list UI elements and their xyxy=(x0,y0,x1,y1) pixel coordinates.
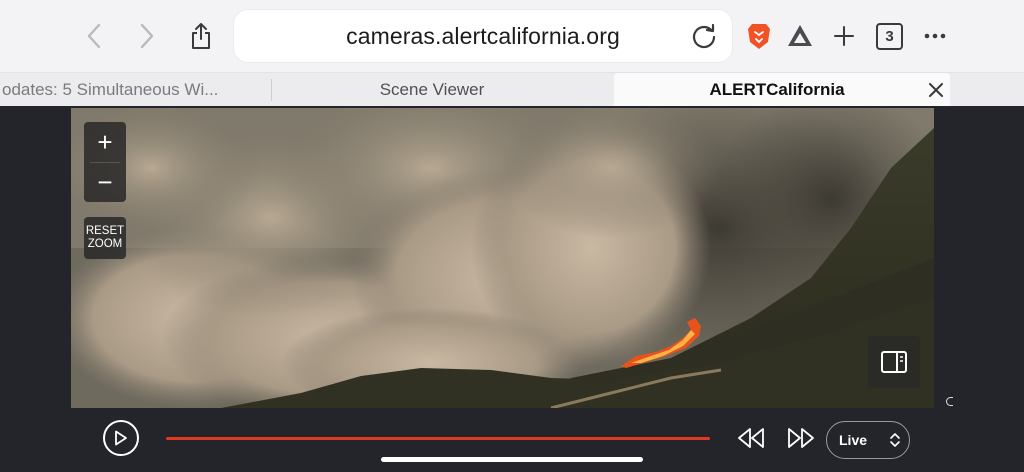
chevron-left-icon xyxy=(87,23,101,49)
edge-handle xyxy=(946,397,953,406)
zoom-out-button[interactable]: − xyxy=(84,162,126,202)
share-button[interactable] xyxy=(183,18,219,54)
reload-icon[interactable] xyxy=(690,22,718,50)
play-button[interactable] xyxy=(103,420,139,456)
brave-rewards-button[interactable] xyxy=(782,18,818,54)
more-icon xyxy=(924,33,946,39)
back-button[interactable] xyxy=(76,18,112,54)
brave-lion-icon xyxy=(748,24,770,49)
brave-shields-button[interactable] xyxy=(741,18,777,54)
playback-mode-select[interactable]: Live xyxy=(826,421,910,459)
fast-forward-icon[interactable] xyxy=(786,426,816,450)
rewind-icon[interactable] xyxy=(736,426,766,450)
address-bar[interactable]: cameras.alertcalifornia.org xyxy=(234,10,732,62)
new-tab-button[interactable] xyxy=(826,18,862,54)
progress-bar[interactable] xyxy=(166,437,710,440)
chevron-right-icon xyxy=(140,23,154,49)
tab-alertcalifornia[interactable]: ALERTCalifornia xyxy=(614,73,950,107)
tab-updates[interactable]: odates: 5 Simultaneous Wi... xyxy=(0,73,270,107)
side-panel-button[interactable] xyxy=(868,336,920,388)
url-text: cameras.alertcalifornia.org xyxy=(346,23,620,49)
playback-mode-value: Live xyxy=(839,432,868,448)
browser-toolbar: cameras.alertcalifornia.org 3 xyxy=(0,0,1024,72)
reset-zoom-label-line2: ZOOM xyxy=(87,238,123,250)
tab-label: Scene Viewer xyxy=(379,80,485,99)
zoom-controls: + − xyxy=(84,122,126,202)
brave-rewards-icon xyxy=(788,25,812,46)
tab-count-button[interactable]: 3 xyxy=(876,23,903,50)
tab-label: odates: 5 Simultaneous Wi... xyxy=(2,80,219,99)
camera-feed-image xyxy=(71,108,934,408)
more-button[interactable] xyxy=(917,18,953,54)
tab-scene-viewer[interactable]: Scene Viewer xyxy=(272,73,592,107)
side-panel-icon xyxy=(881,351,907,373)
reset-zoom-button[interactable]: RESET ZOOM xyxy=(84,217,126,259)
plus-icon xyxy=(834,26,854,46)
zoom-in-button[interactable]: + xyxy=(84,122,126,162)
reset-zoom-label-line1: RESET xyxy=(85,225,125,237)
home-indicator[interactable] xyxy=(381,457,643,462)
close-tab-icon[interactable] xyxy=(926,80,946,100)
player-controls xyxy=(71,408,952,472)
tab-label: ALERTCalifornia xyxy=(709,80,845,99)
chevron-updown-icon xyxy=(890,433,900,447)
share-icon xyxy=(192,23,210,49)
forward-button[interactable] xyxy=(129,18,165,54)
play-icon xyxy=(115,430,127,446)
tab-strip: odates: 5 Simultaneous Wi... Scene Viewe… xyxy=(0,72,1024,107)
